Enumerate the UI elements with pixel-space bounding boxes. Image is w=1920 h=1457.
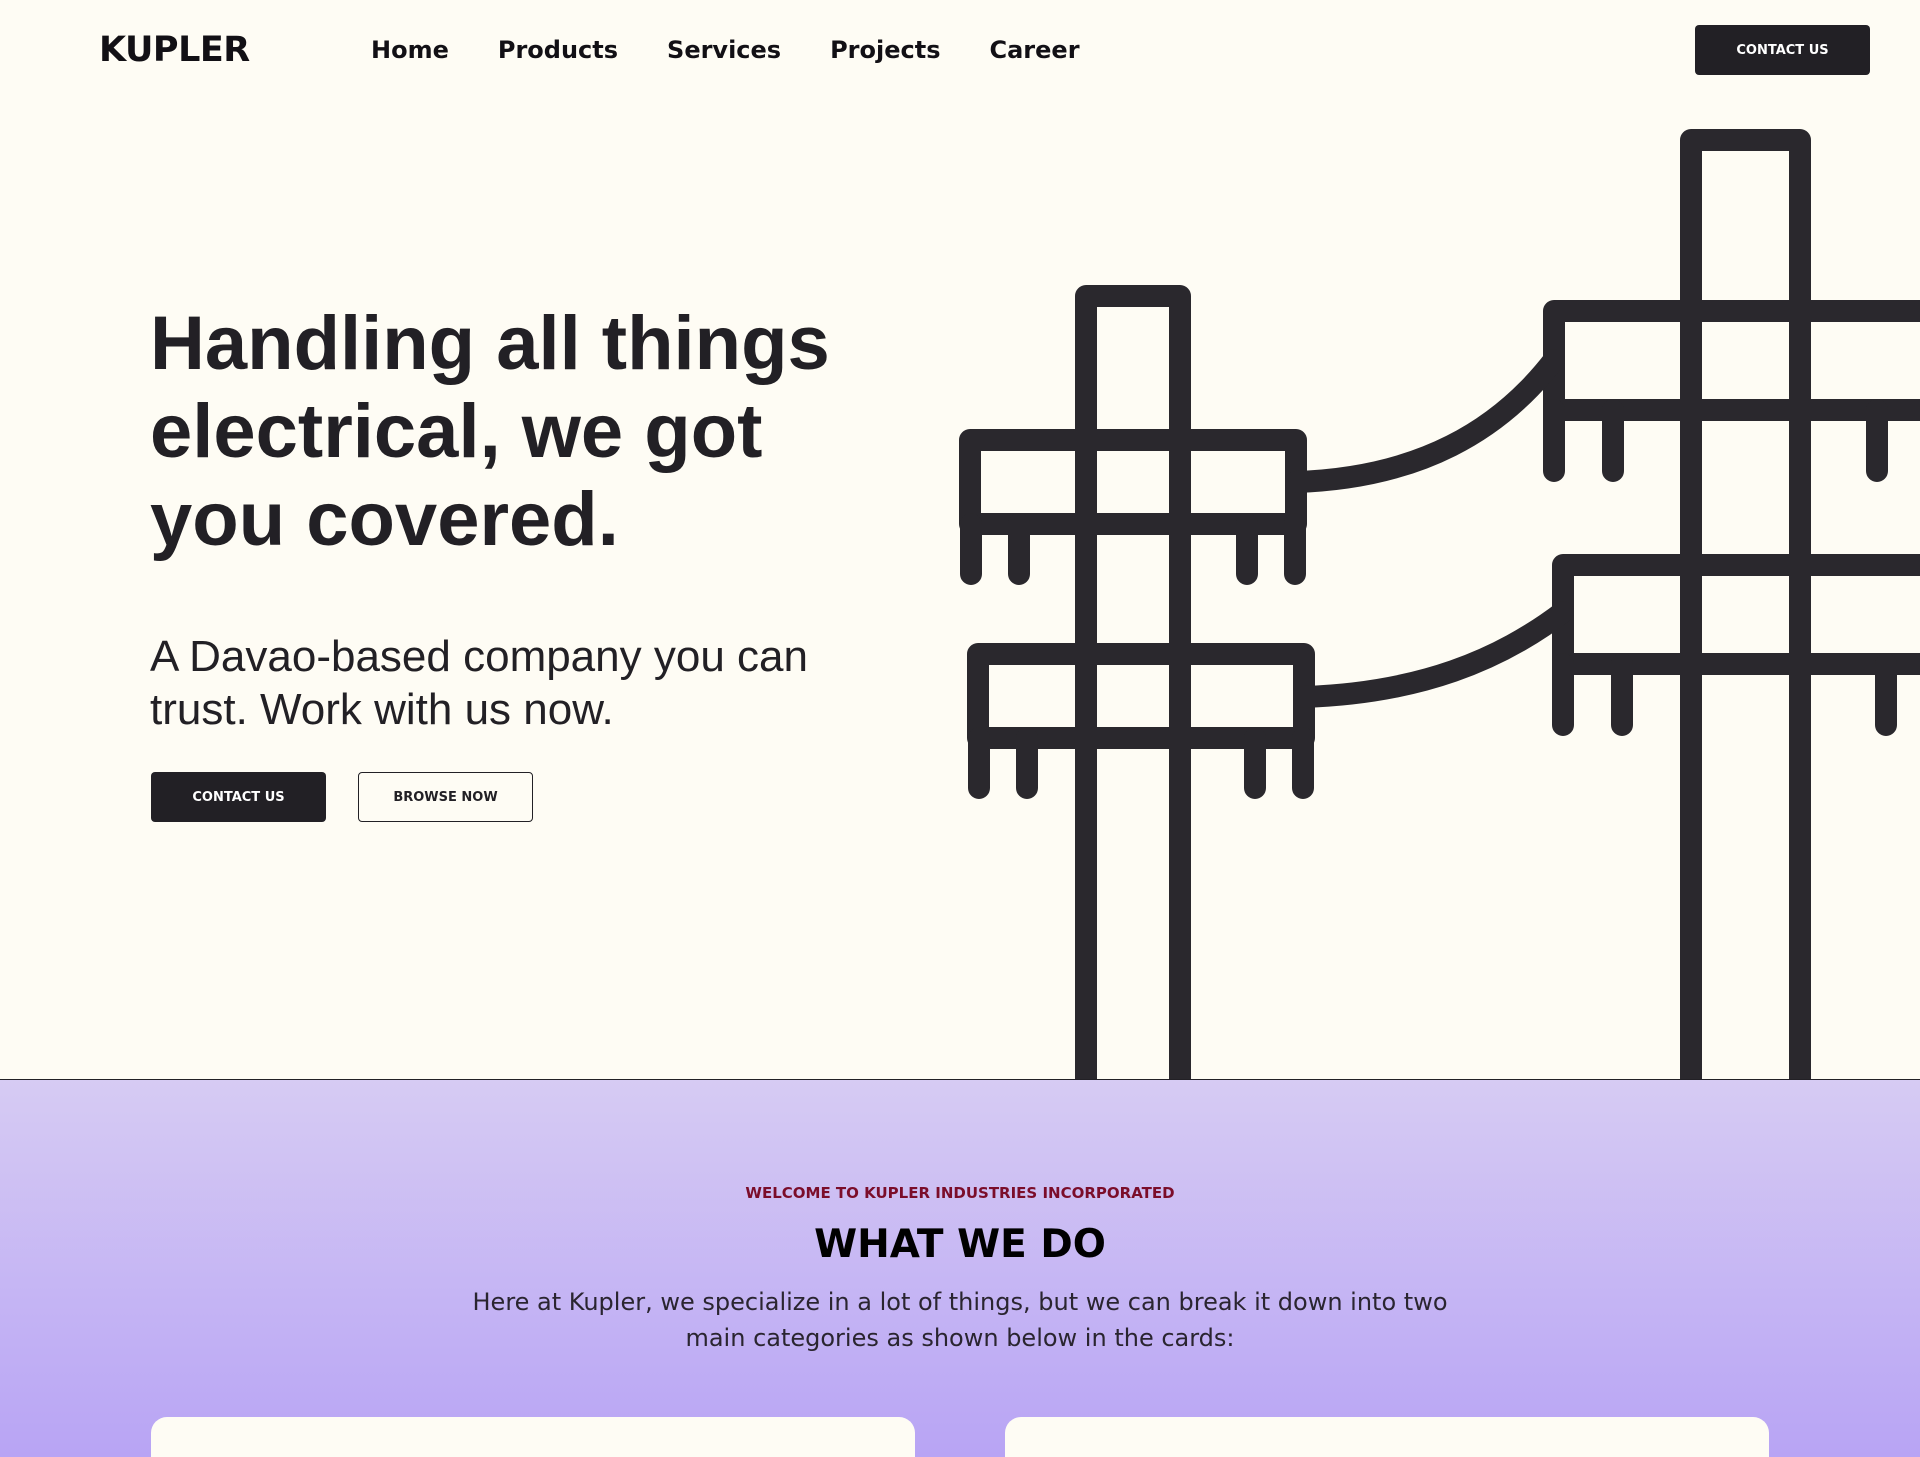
browse-now-button[interactable]: BROWSE NOW <box>358 772 533 822</box>
section-description: Here at Kupler, we specialize in a lot o… <box>472 1288 1448 1352</box>
section-eyebrow: WELCOME TO KUPLER INDUSTRIES INCORPORATE… <box>745 1184 1175 1202</box>
what-we-do-section: WELCOME TO KUPLER INDUSTRIES INCORPORATE… <box>0 1079 1920 1457</box>
section-title: WHAT WE DO <box>814 1222 1106 1267</box>
contact-us-button[interactable]: CONTACT US <box>151 772 326 822</box>
hero-subtitle: A Davao-based company you can trust. Wor… <box>150 632 808 734</box>
hero-title: Handling all things electrical, we got y… <box>150 301 830 562</box>
category-card[interactable] <box>151 1417 915 1457</box>
category-card[interactable] <box>1005 1417 1769 1457</box>
